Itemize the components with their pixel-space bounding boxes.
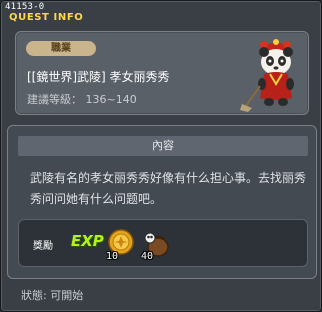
reward-item-slot[interactable]: 40 bbox=[141, 228, 171, 262]
quest-description: 武陵有名的孝女丽秀秀好像有什么担心事。去找丽秀秀问问她有什么问题吧。 bbox=[30, 171, 307, 206]
reward-label: 獎勵 bbox=[33, 241, 53, 252]
window-title: QUEST INFO bbox=[9, 12, 84, 23]
reward-item-count: 10 bbox=[106, 251, 119, 262]
quest-title: [[鏡世界]武陵] 孝女丽秀秀 bbox=[27, 70, 170, 84]
content-heading: 內容 bbox=[18, 136, 308, 156]
quest-header-card: 職業 [[鏡世界]武陵] 孝女丽秀秀 建議等級： 136~140 bbox=[15, 31, 309, 115]
level-requirement: 建議等級： 136~140 bbox=[27, 93, 137, 106]
reward-box: 獎勵 EXP 10 40 bbox=[18, 219, 308, 267]
quest-status: 狀態: 可開始 bbox=[21, 289, 84, 302]
quest-id: 41153-0 bbox=[5, 2, 45, 12]
quest-info-window: 41153-0 QUEST INFO 職業 [[鏡世界]武陵] 孝女丽秀秀 建議… bbox=[0, 0, 322, 312]
quest-body-card: 內容 武陵有名的孝女丽秀秀好像有什么担心事。去找丽秀秀问问她有什么问题吧。 獎勵… bbox=[7, 125, 317, 279]
panda-npc-icon bbox=[240, 39, 294, 112]
job-badge: 職業 bbox=[26, 41, 96, 56]
exp-icon: EXP bbox=[71, 232, 104, 250]
reward-item-slot[interactable]: 10 bbox=[106, 228, 136, 262]
reward-item-count: 40 bbox=[141, 251, 154, 262]
